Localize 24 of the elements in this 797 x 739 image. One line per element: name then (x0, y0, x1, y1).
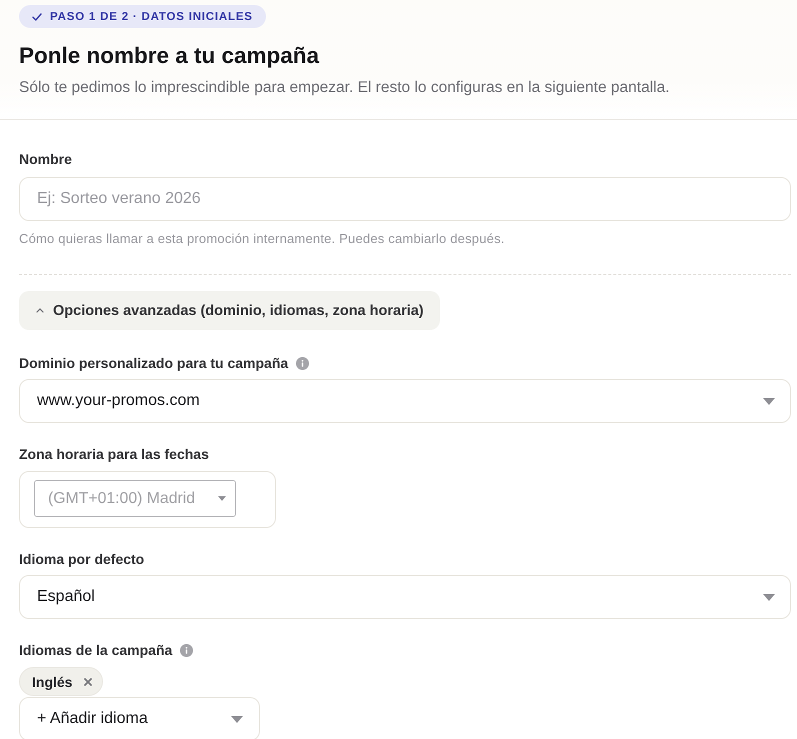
advanced-options-toggle[interactable]: Opciones avanzadas (dominio, idiomas, zona horaria) (19, 291, 440, 330)
caret-icon (763, 594, 775, 600)
caret-icon (231, 716, 243, 722)
caret-icon (218, 496, 226, 501)
dropdown-field[interactable]: www.your-promos.com (19, 379, 791, 423)
info-icon[interactable] (180, 644, 194, 656)
close-icon[interactable] (84, 678, 92, 686)
field-label: Idiomas de la campaña (19, 641, 172, 659)
chevron-icon (36, 308, 44, 313)
field-label: Zona horaria para las fechas (19, 445, 209, 463)
field-label: Idioma por defecto (19, 550, 144, 568)
step-label: PASO 1 DE 2 · DATOS INICIALES (50, 10, 253, 22)
page-title: Ponle nombre a tu campaña (19, 42, 320, 70)
helper-text: Cómo quieras llamar a esta promoción internamente. Puedes cambiarlo después. (19, 231, 506, 247)
field-label: Dominio personalizado para tu campaña (19, 354, 288, 372)
page-subtitle: Sólo te pedimos lo imprescindible para empezar. El resto lo configuras en la siguiente pantalla. (19, 78, 671, 98)
check-icon (32, 12, 42, 20)
field-label: Nombre (19, 150, 72, 168)
dropdown-field[interactable]: Español (19, 575, 791, 619)
caret-icon (763, 398, 775, 404)
add-language-dropdown[interactable]: + Añadir idioma (19, 697, 260, 739)
name-input[interactable]: Ej: Sorteo verano 2026 (19, 177, 791, 221)
tag-label: Inglés (32, 674, 72, 690)
info-icon[interactable] (296, 356, 310, 370)
